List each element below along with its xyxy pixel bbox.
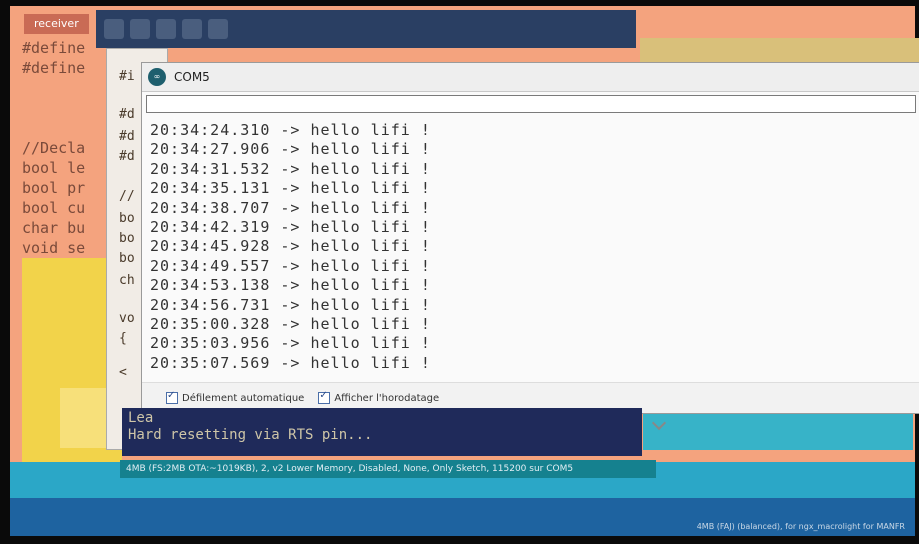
upload-icon[interactable] bbox=[130, 19, 150, 39]
timestamp-checkbox[interactable] bbox=[318, 390, 331, 404]
code-line: bo bbox=[119, 251, 135, 266]
code-line: #d bbox=[119, 149, 135, 164]
autoscroll-option[interactable]: Défilement automatique bbox=[166, 390, 305, 404]
serial-line: 20:34:38.707 -> hello lifi ! bbox=[150, 198, 431, 217]
code-line: char bu bbox=[22, 219, 86, 237]
serial-line: 20:34:42.319 -> hello lifi ! bbox=[150, 218, 431, 237]
console-line: Lea bbox=[128, 410, 154, 426]
window-title: COM5 bbox=[174, 70, 210, 84]
code-line: #d bbox=[119, 129, 135, 144]
serial-line: 20:34:53.138 -> hello lifi ! bbox=[150, 276, 431, 295]
timestamp-option[interactable]: Afficher l'horodatage bbox=[318, 390, 440, 404]
autoscroll-label: Défilement automatique bbox=[182, 392, 305, 404]
serial-line: 20:34:31.532 -> hello lifi ! bbox=[150, 159, 431, 178]
code-line: #define bbox=[22, 39, 86, 57]
serial-line: 20:34:24.310 -> hello lifi ! bbox=[150, 121, 431, 139]
serial-line: 20:34:49.557 -> hello lifi ! bbox=[150, 256, 431, 275]
code-line: #define bbox=[22, 59, 86, 77]
serial-send-input[interactable] bbox=[146, 95, 916, 113]
serial-line: 20:35:07.569 -> hello lifi ! bbox=[150, 353, 431, 372]
serial-monitor-window: ∞ COM5 20:34:24.310 -> hello lifi ! 20:34… bbox=[141, 62, 919, 414]
serial-line: 20:34:27.906 -> hello lifi ! bbox=[150, 140, 431, 159]
code-line: // bbox=[119, 189, 135, 204]
serial-line: 20:35:03.956 -> hello lifi ! bbox=[150, 334, 431, 353]
tab-receiver[interactable]: receiver bbox=[24, 14, 89, 34]
code-line: //Decla bbox=[22, 139, 86, 157]
open-icon[interactable] bbox=[182, 19, 202, 39]
code-line: bool cu bbox=[22, 199, 86, 217]
serial-output[interactable]: 20:34:24.310 -> hello lifi ! 20:34:27.906… bbox=[150, 121, 910, 376]
autoscroll-checkbox[interactable] bbox=[166, 390, 178, 404]
timestamp-label: Afficher l'horodatage bbox=[334, 392, 440, 404]
code-line: { bbox=[119, 331, 127, 346]
console-line: Hard resetting via RTS pin... bbox=[128, 427, 373, 443]
serial-line: 20:34:35.131 -> hello lifi ! bbox=[150, 179, 431, 198]
status-bar: 4MB (FS:2MB OTA:~1019KB), 2, v2 Lower Me… bbox=[120, 460, 656, 478]
code-line: vo bbox=[119, 311, 135, 326]
new-icon[interactable] bbox=[156, 19, 176, 39]
save-icon[interactable] bbox=[208, 19, 228, 39]
bottom-status-text: 4MB (FAJ) (balanced), for ngx_macrolight… bbox=[696, 522, 905, 531]
code-line: < bbox=[119, 365, 127, 380]
code-line: bo bbox=[119, 231, 135, 246]
serial-line: 20:35:00.328 -> hello lifi ! bbox=[150, 315, 431, 334]
ide-toolbar bbox=[96, 10, 636, 48]
code-line: bo bbox=[119, 211, 135, 226]
serial-monitor-titlebar[interactable]: ∞ COM5 bbox=[142, 63, 919, 92]
code-line: #i bbox=[119, 69, 135, 84]
serial-line: 20:34:45.928 -> hello lifi ! bbox=[150, 237, 431, 256]
console-output[interactable]: Lea Hard resetting via RTS pin... bbox=[122, 408, 642, 456]
code-line: ch bbox=[119, 273, 135, 288]
verify-icon[interactable] bbox=[104, 19, 124, 39]
code-line: bool le bbox=[22, 159, 86, 177]
arduino-icon: ∞ bbox=[148, 68, 166, 86]
code-line: void se bbox=[22, 239, 86, 257]
code-line: bool pr bbox=[22, 179, 86, 197]
serial-line: 20:34:56.731 -> hello lifi ! bbox=[150, 295, 431, 314]
code-line: #d bbox=[119, 107, 135, 122]
